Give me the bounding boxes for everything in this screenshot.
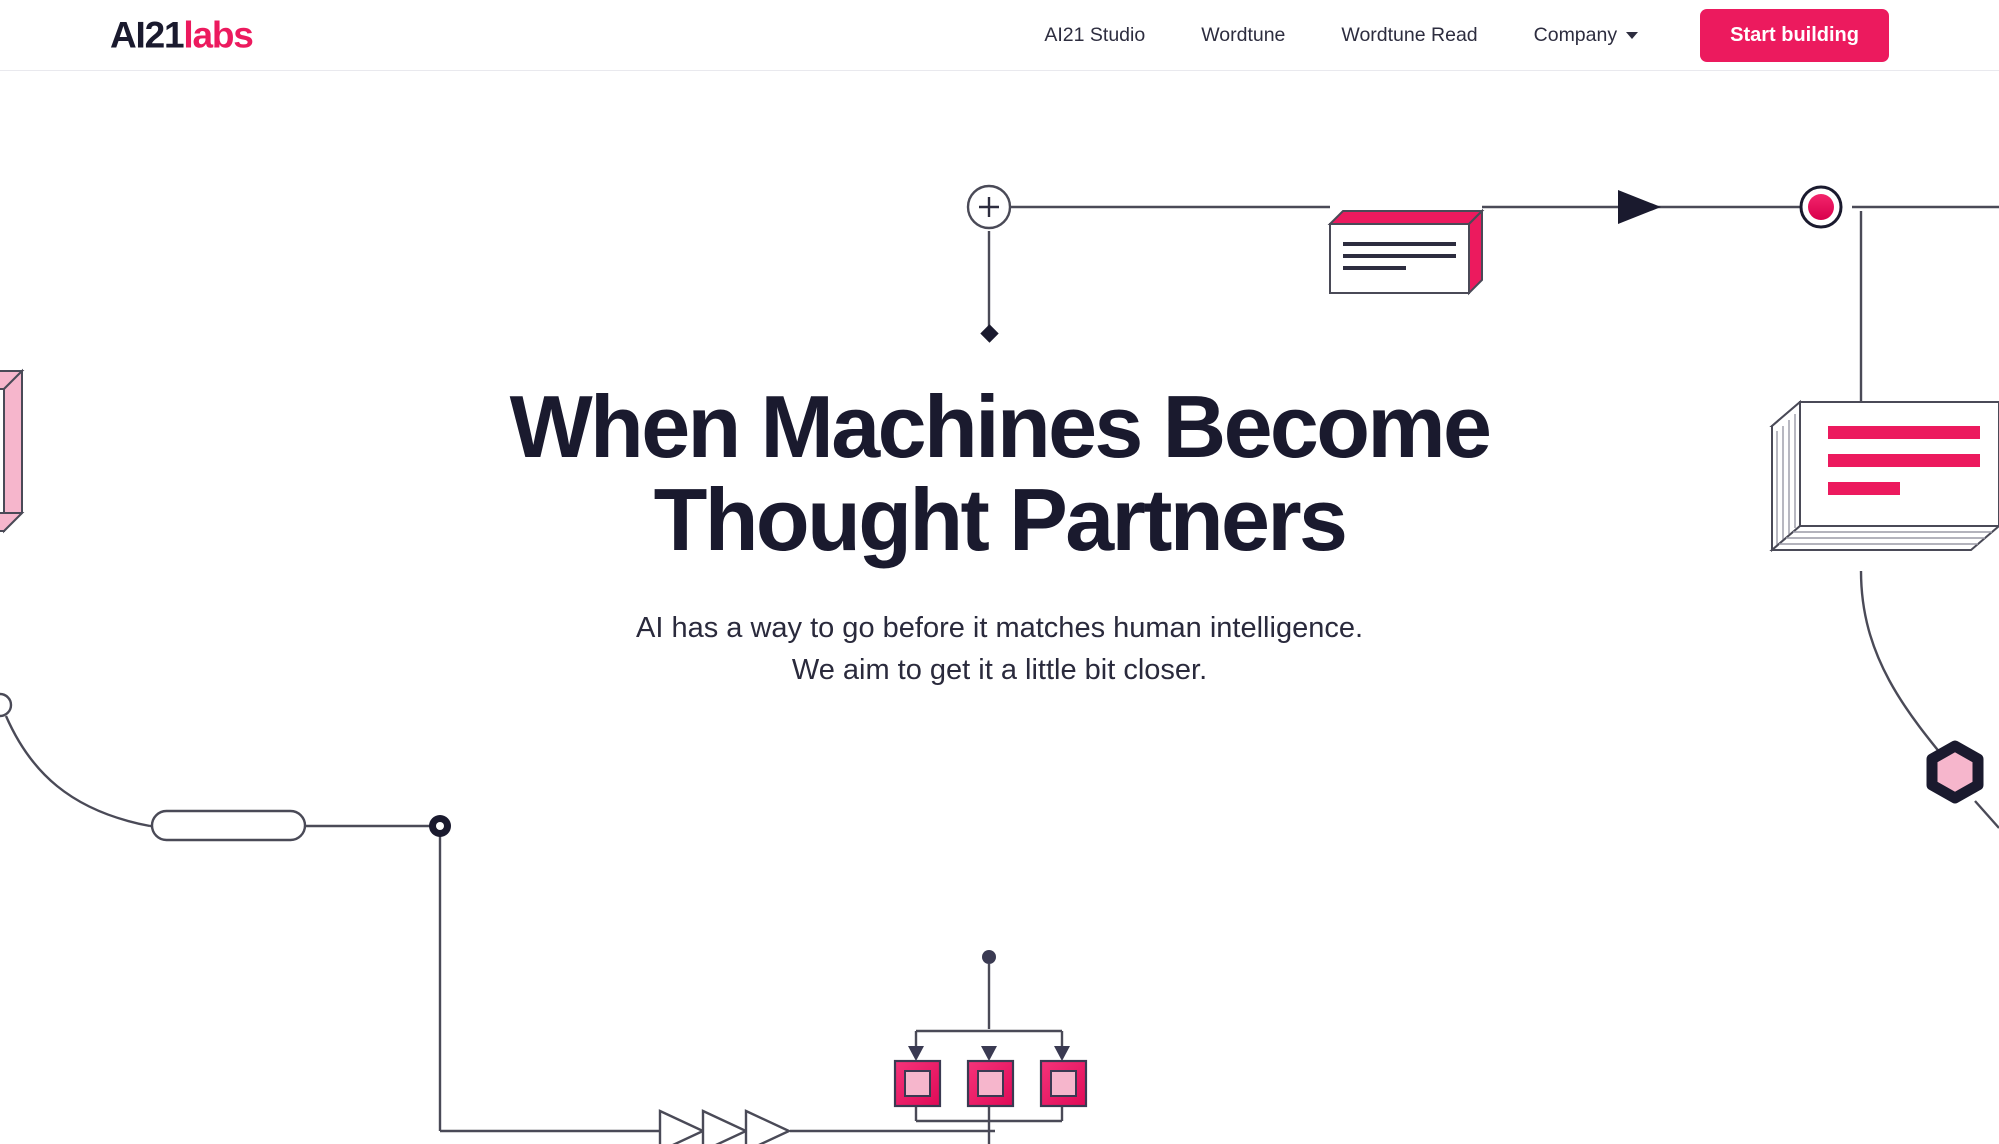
arrow-marker [1618, 190, 1661, 224]
logo-primary-text: AI21 [110, 14, 185, 56]
logo[interactable]: AI21 labs [110, 14, 254, 56]
feed-dot [982, 950, 996, 964]
main-navigation: AI21 Studio Wordtune Wordtune Read Compa… [1016, 0, 1889, 71]
start-building-button[interactable]: Start building [1700, 9, 1889, 62]
hero-section: When Machines Become Thought Partners AI… [0, 380, 1999, 692]
nav-item-company[interactable]: Company [1506, 0, 1666, 71]
nav-label: AI21 Studio [1044, 24, 1146, 46]
processor-array [893, 950, 1088, 1144]
nav-item-wordtune-read[interactable]: Wordtune Read [1313, 0, 1505, 71]
diamond-terminator [980, 324, 999, 343]
nav-label: Wordtune Read [1341, 24, 1478, 46]
nav-item-ai21-studio[interactable]: AI21 Studio [1016, 0, 1173, 71]
left-edge-circle [0, 692, 13, 718]
site-header: AI21 labs AI21 Studio Wordtune Wordtune R… [0, 0, 1999, 71]
page-subtitle-line-1: AI has a way to go before it matches hum… [635, 611, 1364, 644]
hexagon-node [1926, 740, 1984, 804]
donut-node [429, 815, 451, 837]
page-subtitle: AI has a way to go before it matches hum… [0, 607, 1999, 693]
page-title-line-2: Thought Partners [653, 470, 1348, 570]
page-subtitle-line-2: We aim to get it a little bit closer. [791, 654, 1208, 687]
pink-circle-node [1799, 185, 1843, 229]
page-root: AI21 labs AI21 Studio Wordtune Wordtune R… [0, 0, 1999, 1144]
hollow-arrow-chain [658, 1109, 792, 1144]
page-title: When Machines Become Thought Partners [0, 380, 1999, 567]
pink-document-card [1327, 208, 1485, 296]
chevron-down-icon [1626, 32, 1639, 39]
capsule-node [150, 809, 307, 842]
logo-accent-text: labs [183, 14, 253, 56]
nav-label: Company [1533, 24, 1618, 46]
connector-curve [1974, 800, 1999, 829]
nav-label: Wordtune [1201, 24, 1286, 46]
nav-item-wordtune[interactable]: Wordtune [1173, 0, 1313, 71]
page-title-line-1: When Machines Become [509, 377, 1492, 476]
plus-circle-node [966, 184, 1012, 230]
connector-curve [4, 715, 151, 828]
